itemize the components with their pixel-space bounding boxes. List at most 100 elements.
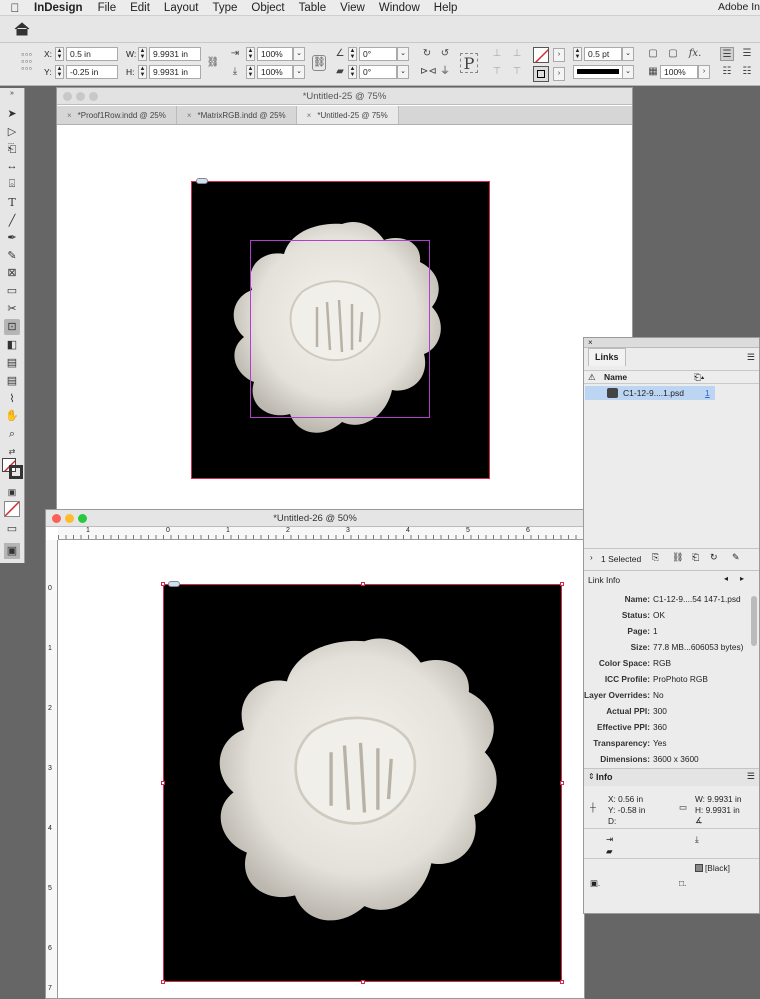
close-button[interactable] <box>52 514 61 523</box>
frame-fitting-icon[interactable]: ☷ <box>720 65 734 79</box>
menu-help[interactable]: Help <box>427 2 465 14</box>
apply-none-icon[interactable] <box>4 501 20 517</box>
image-frame-1[interactable] <box>191 178 490 479</box>
page-column-icon[interactable]: ⎗▴ <box>694 371 704 384</box>
close-tab-icon[interactable]: × <box>67 111 72 120</box>
scale-x-field[interactable]: 100% <box>257 47 293 61</box>
constrain-proportions-icon[interactable]: ⛓ <box>206 56 220 70</box>
menu-table[interactable]: Table <box>292 2 334 14</box>
align-left-icon[interactable]: ⊥ <box>490 47 504 61</box>
direct-selection-tool-icon[interactable]: ▷ <box>4 124 20 140</box>
page-tool-icon[interactable]: ⎗ <box>4 141 20 157</box>
minimize-button[interactable] <box>65 514 74 523</box>
vertical-ruler[interactable]: 0 1 2 3 4 5 6 7 <box>46 540 58 998</box>
h-field[interactable]: 9.9931 in <box>149 65 201 79</box>
frame-fitting-2-icon[interactable]: ☷ <box>740 65 754 79</box>
menu-file[interactable]: File <box>91 2 124 14</box>
menu-layout[interactable]: Layout <box>157 2 206 14</box>
scale-y-dropdown[interactable]: ⌄ <box>293 65 305 79</box>
tab-matrixrgb[interactable]: × *MatrixRGB.indd @ 25% <box>177 106 297 124</box>
gradient-feather-tool-icon[interactable]: ▤ <box>4 355 20 371</box>
text-align-2-icon[interactable]: ☰ <box>740 47 754 61</box>
frame-handle[interactable] <box>361 980 365 984</box>
panel-close-icon[interactable]: × <box>588 338 593 347</box>
line-tool-icon[interactable]: ╱ <box>4 213 20 229</box>
panel-menu-icon[interactable]: ☰ <box>747 352 755 363</box>
frame-handle[interactable] <box>361 582 365 586</box>
preview-mode-icon[interactable]: ▣ <box>4 543 20 559</box>
scale-y-stepper[interactable]: ▲ ▼ <box>246 65 255 79</box>
angle-dropdown[interactable]: ⌄ <box>397 47 409 61</box>
minimize-button[interactable] <box>76 92 85 101</box>
menu-window[interactable]: Window <box>372 2 427 14</box>
stroke-dropdown[interactable]: › <box>553 67 565 81</box>
w-field[interactable]: 9.9931 in <box>149 47 201 61</box>
y-field[interactable]: -0.25 in <box>66 65 118 79</box>
link-page-number[interactable]: 1 <box>705 386 710 400</box>
rotation-angle-field[interactable]: 0° <box>359 47 397 61</box>
flip-horizontal-icon[interactable]: ⊳⊲ <box>420 65 437 79</box>
goto-link-icon[interactable]: ⎗ <box>692 552 699 563</box>
menu-app-name[interactable]: InDesign <box>30 2 91 14</box>
flip-vertical-icon[interactable]: ⏚ <box>438 65 452 79</box>
tab-proof1row[interactable]: × *Proof1Row.indd @ 25% <box>57 106 177 124</box>
y-stepper[interactable]: ▲ ▼ <box>55 65 64 79</box>
apple-icon[interactable]:  <box>0 1 30 15</box>
menu-edit[interactable]: Edit <box>123 2 157 14</box>
frame-handle[interactable] <box>161 980 165 984</box>
fill-none-swatch-icon[interactable] <box>533 47 549 63</box>
content-grabber-icon[interactable] <box>196 178 208 184</box>
rotate-cw-icon[interactable]: ↻ <box>420 47 434 61</box>
drop-shadow-icon[interactable]: ▢ <box>646 47 660 61</box>
link-info-scrollbar[interactable] <box>751 596 757 646</box>
rotate-ccw-icon[interactable]: ↺ <box>438 47 452 61</box>
gradient-tool-icon[interactable]: ◧ <box>4 337 20 353</box>
stroke-weight-stepper[interactable]: ▲ ▼ <box>573 47 582 61</box>
scale-x-dropdown[interactable]: ⌄ <box>293 47 305 61</box>
stroke-weight-dropdown[interactable]: ⌄ <box>622 47 634 61</box>
fill-dropdown[interactable]: › <box>553 48 565 62</box>
note-tool-icon[interactable]: ▤ <box>4 373 20 389</box>
collapse-icon[interactable]: › <box>590 553 593 562</box>
x-field[interactable]: 0.5 in <box>66 47 118 61</box>
stroke-type-field[interactable] <box>573 65 623 79</box>
text-align-icon[interactable]: ☰ <box>720 47 734 61</box>
hand-tool-icon[interactable]: ✋ <box>4 408 20 424</box>
content-collector-icon[interactable]: ⌺ <box>4 176 20 192</box>
edit-original-icon[interactable]: ✎ <box>732 552 740 563</box>
w-stepper[interactable]: ▲ ▼ <box>138 47 147 61</box>
type-tool-icon[interactable]: T <box>4 195 20 211</box>
screen-mode-icon[interactable]: ▭ <box>4 521 20 537</box>
effects-icon[interactable]: fx. <box>688 47 702 61</box>
content-grabber-icon[interactable] <box>168 581 180 587</box>
scale-x-stepper[interactable]: ▲ ▼ <box>246 47 255 61</box>
shear-dropdown[interactable]: ⌄ <box>397 65 409 79</box>
next-link-icon[interactable]: ▸ <box>740 574 744 583</box>
opacity-dropdown[interactable]: › <box>698 65 710 79</box>
formatting-container-icon[interactable]: ▣ T <box>4 484 20 513</box>
free-transform-tool-icon[interactable]: ⊡ <box>4 319 20 335</box>
frame-handle[interactable] <box>560 582 564 586</box>
distribute-2-icon[interactable]: ⊤ <box>510 65 524 79</box>
close-button[interactable] <box>63 92 72 101</box>
shadow-2-icon[interactable]: ▢ <box>666 47 680 61</box>
horizontal-ruler[interactable]: 1 0 1 2 3 4 5 6 <box>58 527 584 540</box>
shear-angle-field[interactable]: 0° <box>359 65 397 79</box>
fill-stroke-swatch-icon[interactable] <box>2 458 24 480</box>
frame-handle[interactable] <box>560 980 564 984</box>
tab-untitled-25[interactable]: × *Untitled-25 @ 75% <box>296 106 399 124</box>
gap-tool-icon[interactable]: ↔ <box>4 158 20 174</box>
shear-stepper[interactable]: ▲ ▼ <box>348 65 357 79</box>
image-frame-2[interactable] <box>161 581 564 984</box>
tab-info[interactable]: Info <box>596 772 613 782</box>
reference-point-icon[interactable]: ▫▫▫ ▫▫▫ ▫▫▫ <box>16 51 38 73</box>
opacity-field[interactable]: 100% <box>660 65 698 79</box>
link-row[interactable]: C1-12-9....1.psd 1 <box>585 386 715 400</box>
menu-view[interactable]: View <box>333 2 372 14</box>
x-stepper[interactable]: ▲ ▼ <box>55 47 64 61</box>
info-panel-menu-icon[interactable]: ☰ <box>747 771 755 782</box>
pencil-tool-icon[interactable]: ✎ <box>4 248 20 264</box>
stroke-type-dropdown[interactable]: ⌄ <box>622 65 634 79</box>
zoom-button[interactable] <box>89 92 98 101</box>
frame-handle[interactable] <box>161 582 165 586</box>
